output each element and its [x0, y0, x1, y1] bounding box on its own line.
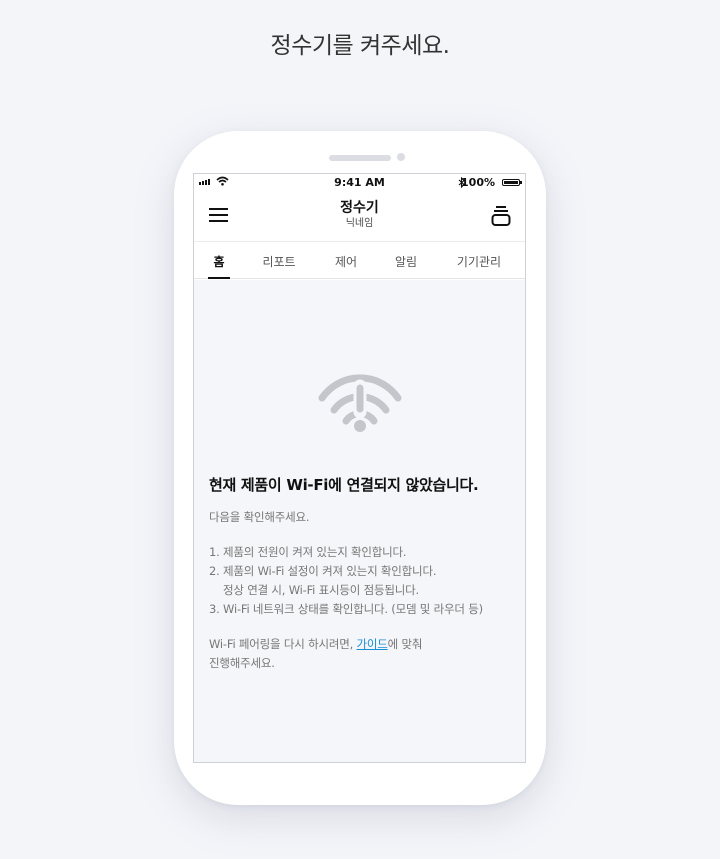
battery-icon: [502, 179, 522, 186]
step-item: 2. 제품의 Wi-Fi 설정이 켜져 있는지 확인합니다.: [209, 564, 437, 578]
app-title-block: 정수기 닉네임: [194, 199, 525, 231]
battery-percent: 100%: [461, 176, 495, 189]
phone-speaker: [329, 155, 391, 161]
app-subtitle: 닉네임: [345, 218, 374, 229]
tab-report[interactable]: 리포트: [256, 253, 302, 270]
pairing-prefix: Wi-Fi 페어링을 다시 하시려면,: [209, 637, 357, 651]
app-bar: 정수기 닉네임: [194, 191, 525, 241]
step-item: 3. Wi-Fi 네트워크 상태를 확인합니다. (모뎀 및 라우더 등): [209, 602, 483, 616]
tab-control[interactable]: 제어: [328, 253, 364, 270]
app-title: 정수기: [340, 200, 379, 216]
tab-device-management[interactable]: 기기관리: [448, 253, 510, 270]
tab-notifications[interactable]: 알림: [388, 253, 424, 270]
status-bar: 9:41 AM 100%: [194, 174, 525, 191]
step-item: 1. 제품의 전원이 켜져 있는지 확인합니다.: [209, 545, 407, 559]
instructions: 다음을 확인해주세요. 1. 제품의 전원이 켜져 있는지 확인합니다. 2. …: [209, 508, 519, 673]
phone-camera: [397, 153, 405, 161]
pairing-text: Wi-Fi 페어링을 다시 하시려면, 가이드에 맞춰: [209, 635, 519, 654]
tab-bar: 홈 리포트 제어 알림 기기관리: [194, 241, 525, 279]
pairing-suffix: 에 맞춰: [387, 637, 423, 651]
error-title: 현재 제품이 Wi-Fi에 연결되지 않았습니다.: [209, 476, 479, 494]
wifi-alert-icon: [318, 374, 402, 432]
tab-home[interactable]: 홈: [208, 253, 230, 270]
phone-screen: 9:41 AM 100% 정수기 닉네임 홈 리포트 제어 알림 기기관리 현재…: [193, 173, 526, 763]
device-switch-icon[interactable]: [491, 205, 511, 227]
guide-link[interactable]: 가이드: [357, 637, 388, 651]
page-heading: 정수기를 켜주세요.: [270, 33, 450, 59]
phone-frame: 9:41 AM 100% 정수기 닉네임 홈 리포트 제어 알림 기기관리 현재…: [174, 131, 546, 805]
active-tab-indicator: [208, 277, 230, 279]
step-note: 정상 연결 시, Wi-Fi 표시등이 점등됩니다.: [223, 583, 419, 597]
pairing-text-line2: 진행해주세요.: [209, 656, 275, 670]
main-content: 현재 제품이 Wi-Fi에 연결되지 않았습니다. 다음을 확인해주세요. 1.…: [194, 280, 525, 762]
instructions-intro: 다음을 확인해주세요.: [209, 510, 310, 524]
